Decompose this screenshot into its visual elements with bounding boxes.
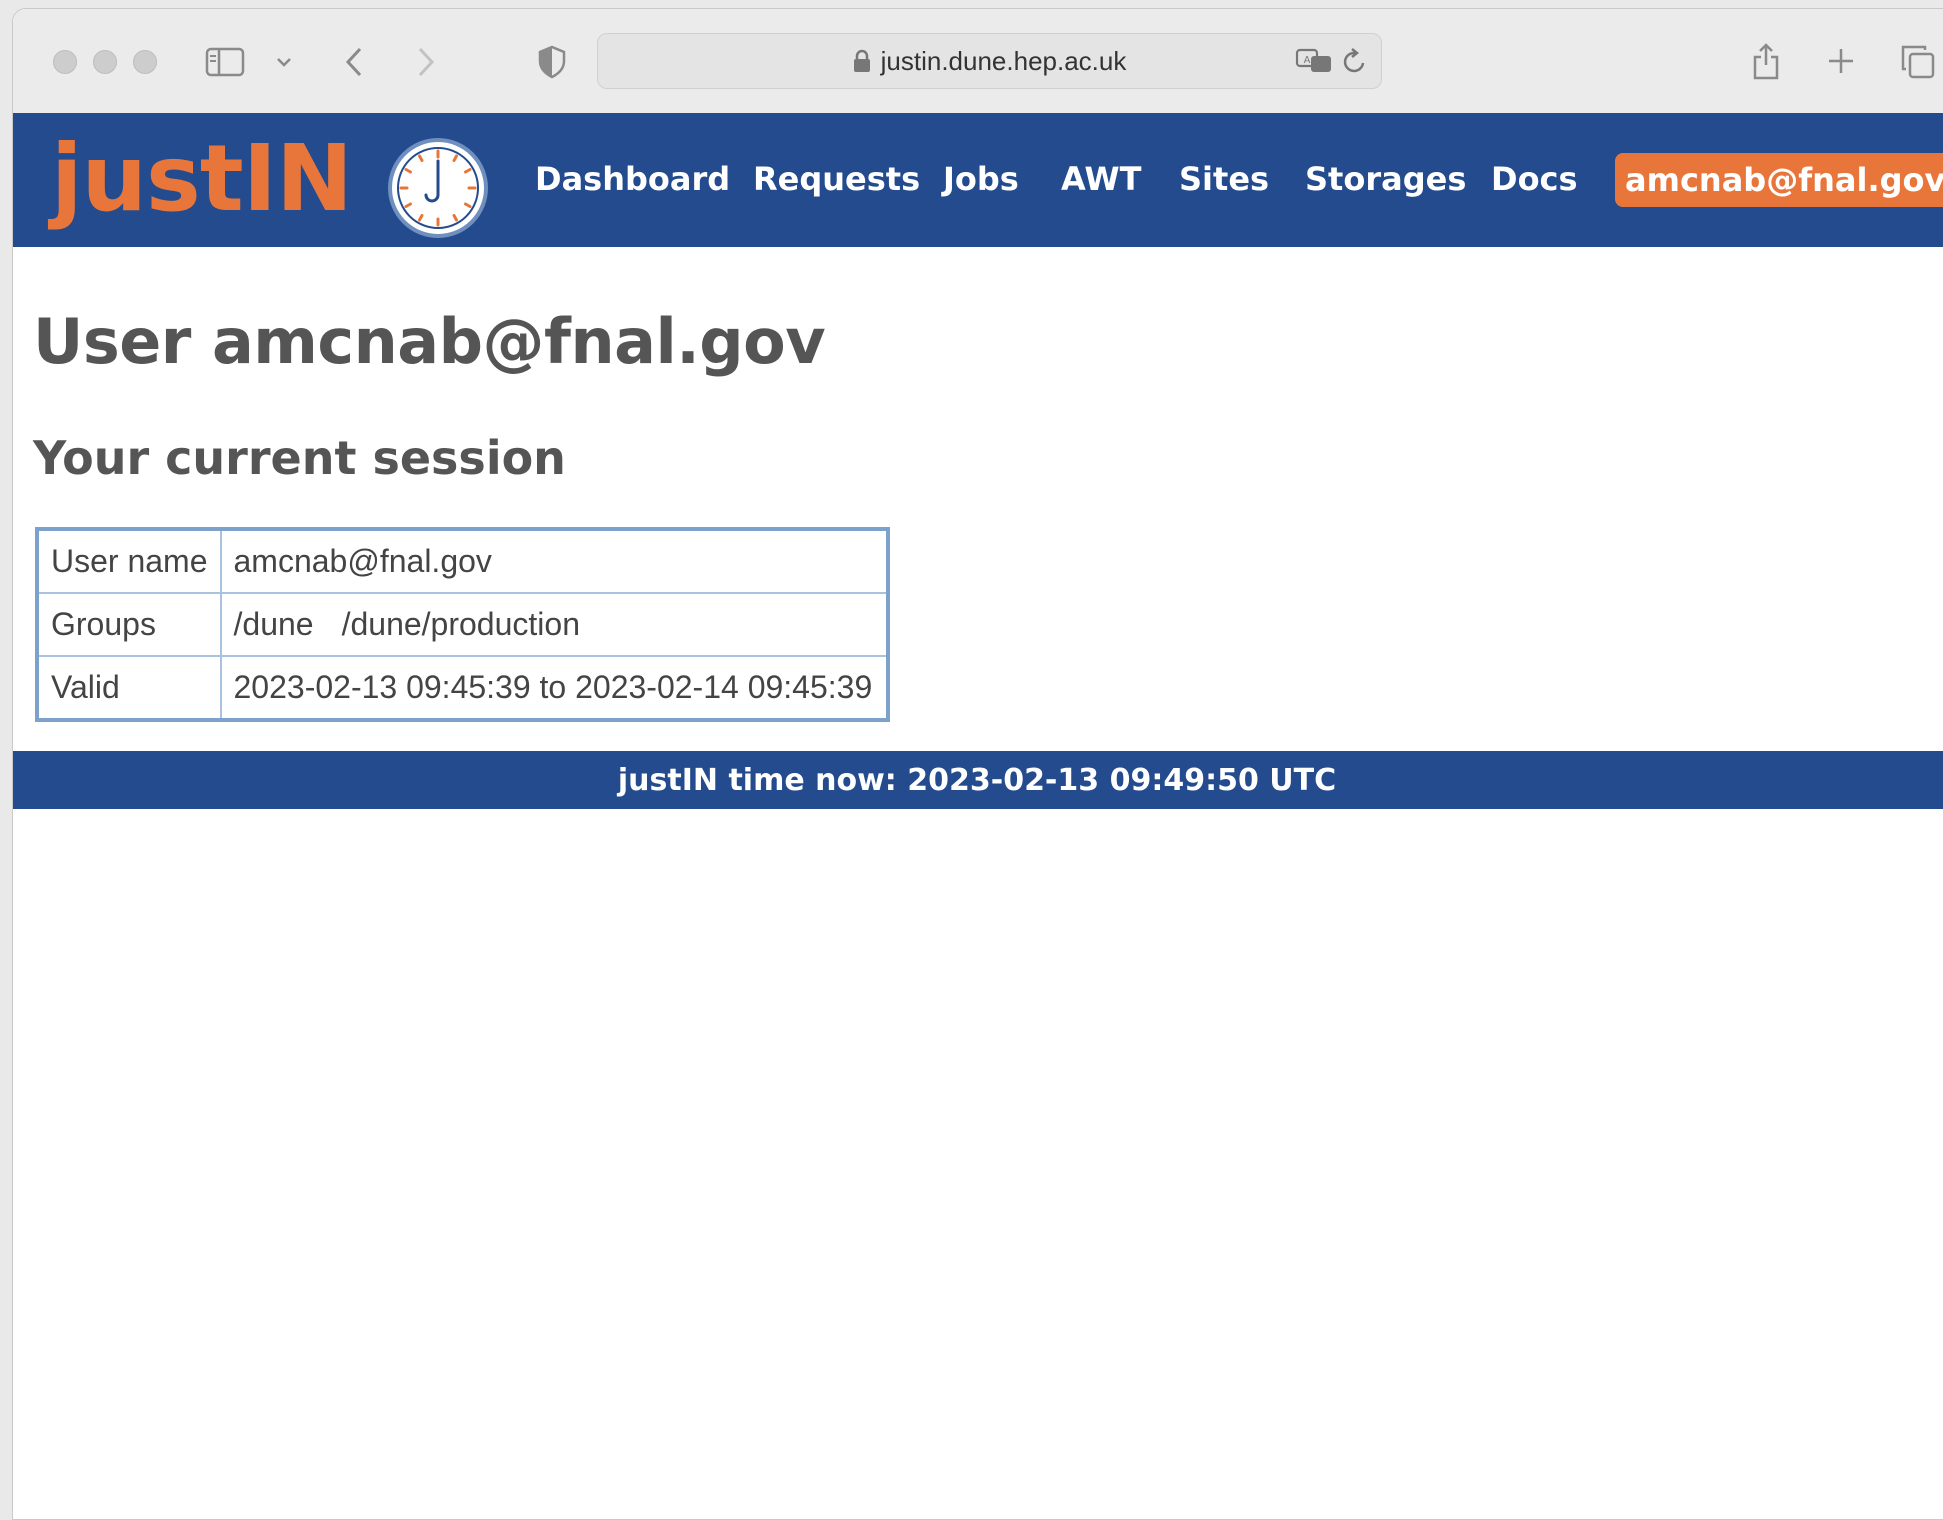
browser-window: justin.dune.hep.ac.uk A justIN Dashboard… — [12, 8, 1943, 1520]
groups-label: Groups — [36, 592, 222, 657]
tabs-overview-icon[interactable] — [1899, 43, 1937, 81]
url-text: justin.dune.hep.ac.uk — [880, 45, 1127, 76]
groups-value: /dune/dune/production — [219, 592, 889, 657]
user-name-label: User name — [36, 528, 222, 594]
address-bar[interactable]: justin.dune.hep.ac.uk A — [597, 33, 1382, 89]
back-icon[interactable] — [339, 43, 369, 81]
nav-link-awt[interactable]: AWT — [1061, 159, 1141, 199]
nav-link-docs[interactable]: Docs — [1491, 159, 1578, 199]
browser-toolbar: justin.dune.hep.ac.uk A — [13, 9, 1943, 114]
close-window-button[interactable] — [53, 50, 77, 74]
valid-label: Valid — [36, 655, 222, 721]
svg-text:A: A — [1304, 55, 1311, 66]
footer-time: justIN time now: 2023-02-13 09:49:50 UTC — [617, 762, 1337, 798]
site-navbar: justIN Dashboard Requests Jobs AWT Sites… — [13, 113, 1943, 247]
new-tab-icon[interactable] — [1825, 45, 1857, 77]
nav-link-storages[interactable]: Storages — [1305, 159, 1466, 199]
table-row: Groups /dune/dune/production — [36, 592, 889, 657]
table-row: User name amcnab@fnal.gov — [36, 528, 889, 594]
share-icon[interactable] — [1749, 39, 1783, 83]
translate-icon[interactable]: A — [1294, 46, 1334, 76]
shield-icon[interactable] — [535, 43, 569, 81]
forward-icon[interactable] — [411, 43, 441, 81]
minimize-window-button[interactable] — [93, 50, 117, 74]
session-table: User name amcnab@fnal.gov Groups /dune/d… — [35, 527, 890, 722]
nav-link-dashboard[interactable]: Dashboard — [535, 159, 730, 199]
nav-link-jobs[interactable]: Jobs — [943, 159, 1019, 199]
zoom-window-button[interactable] — [133, 50, 157, 74]
group-item: /dune/production — [341, 606, 580, 642]
group-item: /dune — [233, 606, 314, 642]
page-title: User amcnab@fnal.gov — [33, 305, 826, 378]
nav-link-sites[interactable]: Sites — [1179, 159, 1269, 199]
lock-icon — [853, 49, 871, 73]
reload-icon[interactable] — [1340, 46, 1370, 76]
footer-bar: justIN time now: 2023-02-13 09:49:50 UTC — [13, 751, 1943, 809]
user-name-value: amcnab@fnal.gov — [219, 528, 889, 594]
sidebar-toggle-icon[interactable] — [203, 45, 247, 79]
chevron-down-icon[interactable] — [273, 51, 295, 73]
user-menu-button[interactable]: amcnab@fnal.gov — [1615, 153, 1943, 207]
clock-logo-icon — [387, 137, 489, 239]
nav-link-requests[interactable]: Requests — [753, 159, 920, 199]
section-title: Your current session — [33, 431, 566, 485]
site-logo[interactable]: justIN — [51, 133, 353, 225]
table-row: Valid 2023-02-13 09:45:39 to 2023-02-14 … — [36, 655, 889, 721]
valid-value: 2023-02-13 09:45:39 to 2023-02-14 09:45:… — [219, 655, 889, 721]
